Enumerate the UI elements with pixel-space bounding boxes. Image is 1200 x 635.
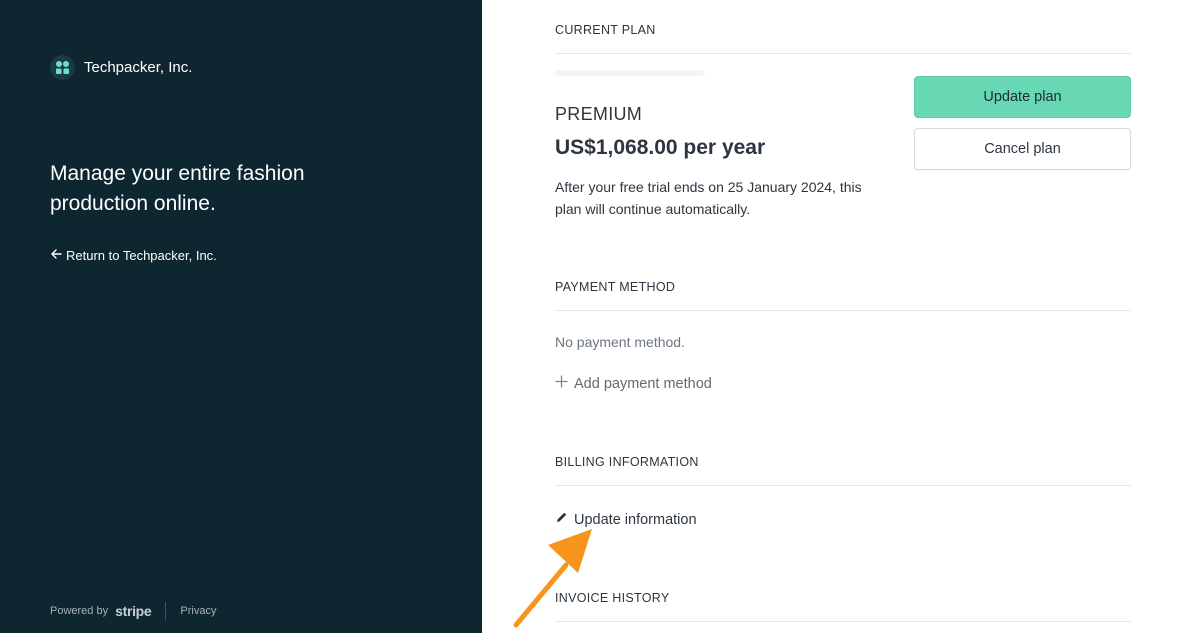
billing-information-title: BILLING INFORMATION: [555, 455, 699, 469]
stripe-logo[interactable]: stripe: [115, 603, 152, 619]
cancel-plan-button[interactable]: Cancel plan: [914, 128, 1131, 170]
footer-divider: [165, 602, 167, 620]
brand[interactable]: Techpacker, Inc.: [50, 55, 192, 80]
arrow-left-icon: [50, 248, 62, 263]
current-plan-title: CURRENT PLAN: [555, 23, 656, 37]
privacy-link[interactable]: Privacy: [180, 605, 216, 617]
add-payment-method-label: Add payment method: [574, 375, 712, 392]
plus-icon: [555, 375, 568, 392]
plan-price: US$1,068.00 per year: [555, 136, 766, 159]
sidebar-footer: Powered by stripe Privacy: [50, 602, 216, 620]
plan-note: After your free trial ends on 25 January…: [555, 179, 862, 217]
tagline: Manage your entire fashion production on…: [50, 162, 305, 215]
plan-name: PREMIUM: [555, 104, 643, 124]
add-payment-method-link[interactable]: Add payment method: [555, 375, 712, 392]
payment-method-title: PAYMENT METHOD: [555, 280, 676, 294]
brand-name: Techpacker, Inc.: [84, 59, 193, 76]
current-plan-divider: [555, 53, 1131, 54]
payment-method-divider: [555, 310, 1131, 311]
billing-information-divider: [555, 485, 1131, 486]
faded-placeholder-line: [555, 70, 705, 76]
no-payment-method-text: No payment method.: [555, 334, 685, 350]
powered-by-label: Powered by: [50, 605, 109, 617]
sidebar-panel: Techpacker, Inc. Manage your entire fash…: [0, 0, 482, 633]
update-plan-button[interactable]: Update plan: [914, 76, 1131, 118]
invoice-history-divider: [555, 621, 1131, 622]
return-link-label: Return to Techpacker, Inc.: [66, 248, 217, 263]
techpacker-logo-icon: [50, 55, 75, 80]
return-link[interactable]: Return to Techpacker, Inc.: [50, 248, 217, 263]
annotation-arrow-icon: [508, 525, 608, 630]
